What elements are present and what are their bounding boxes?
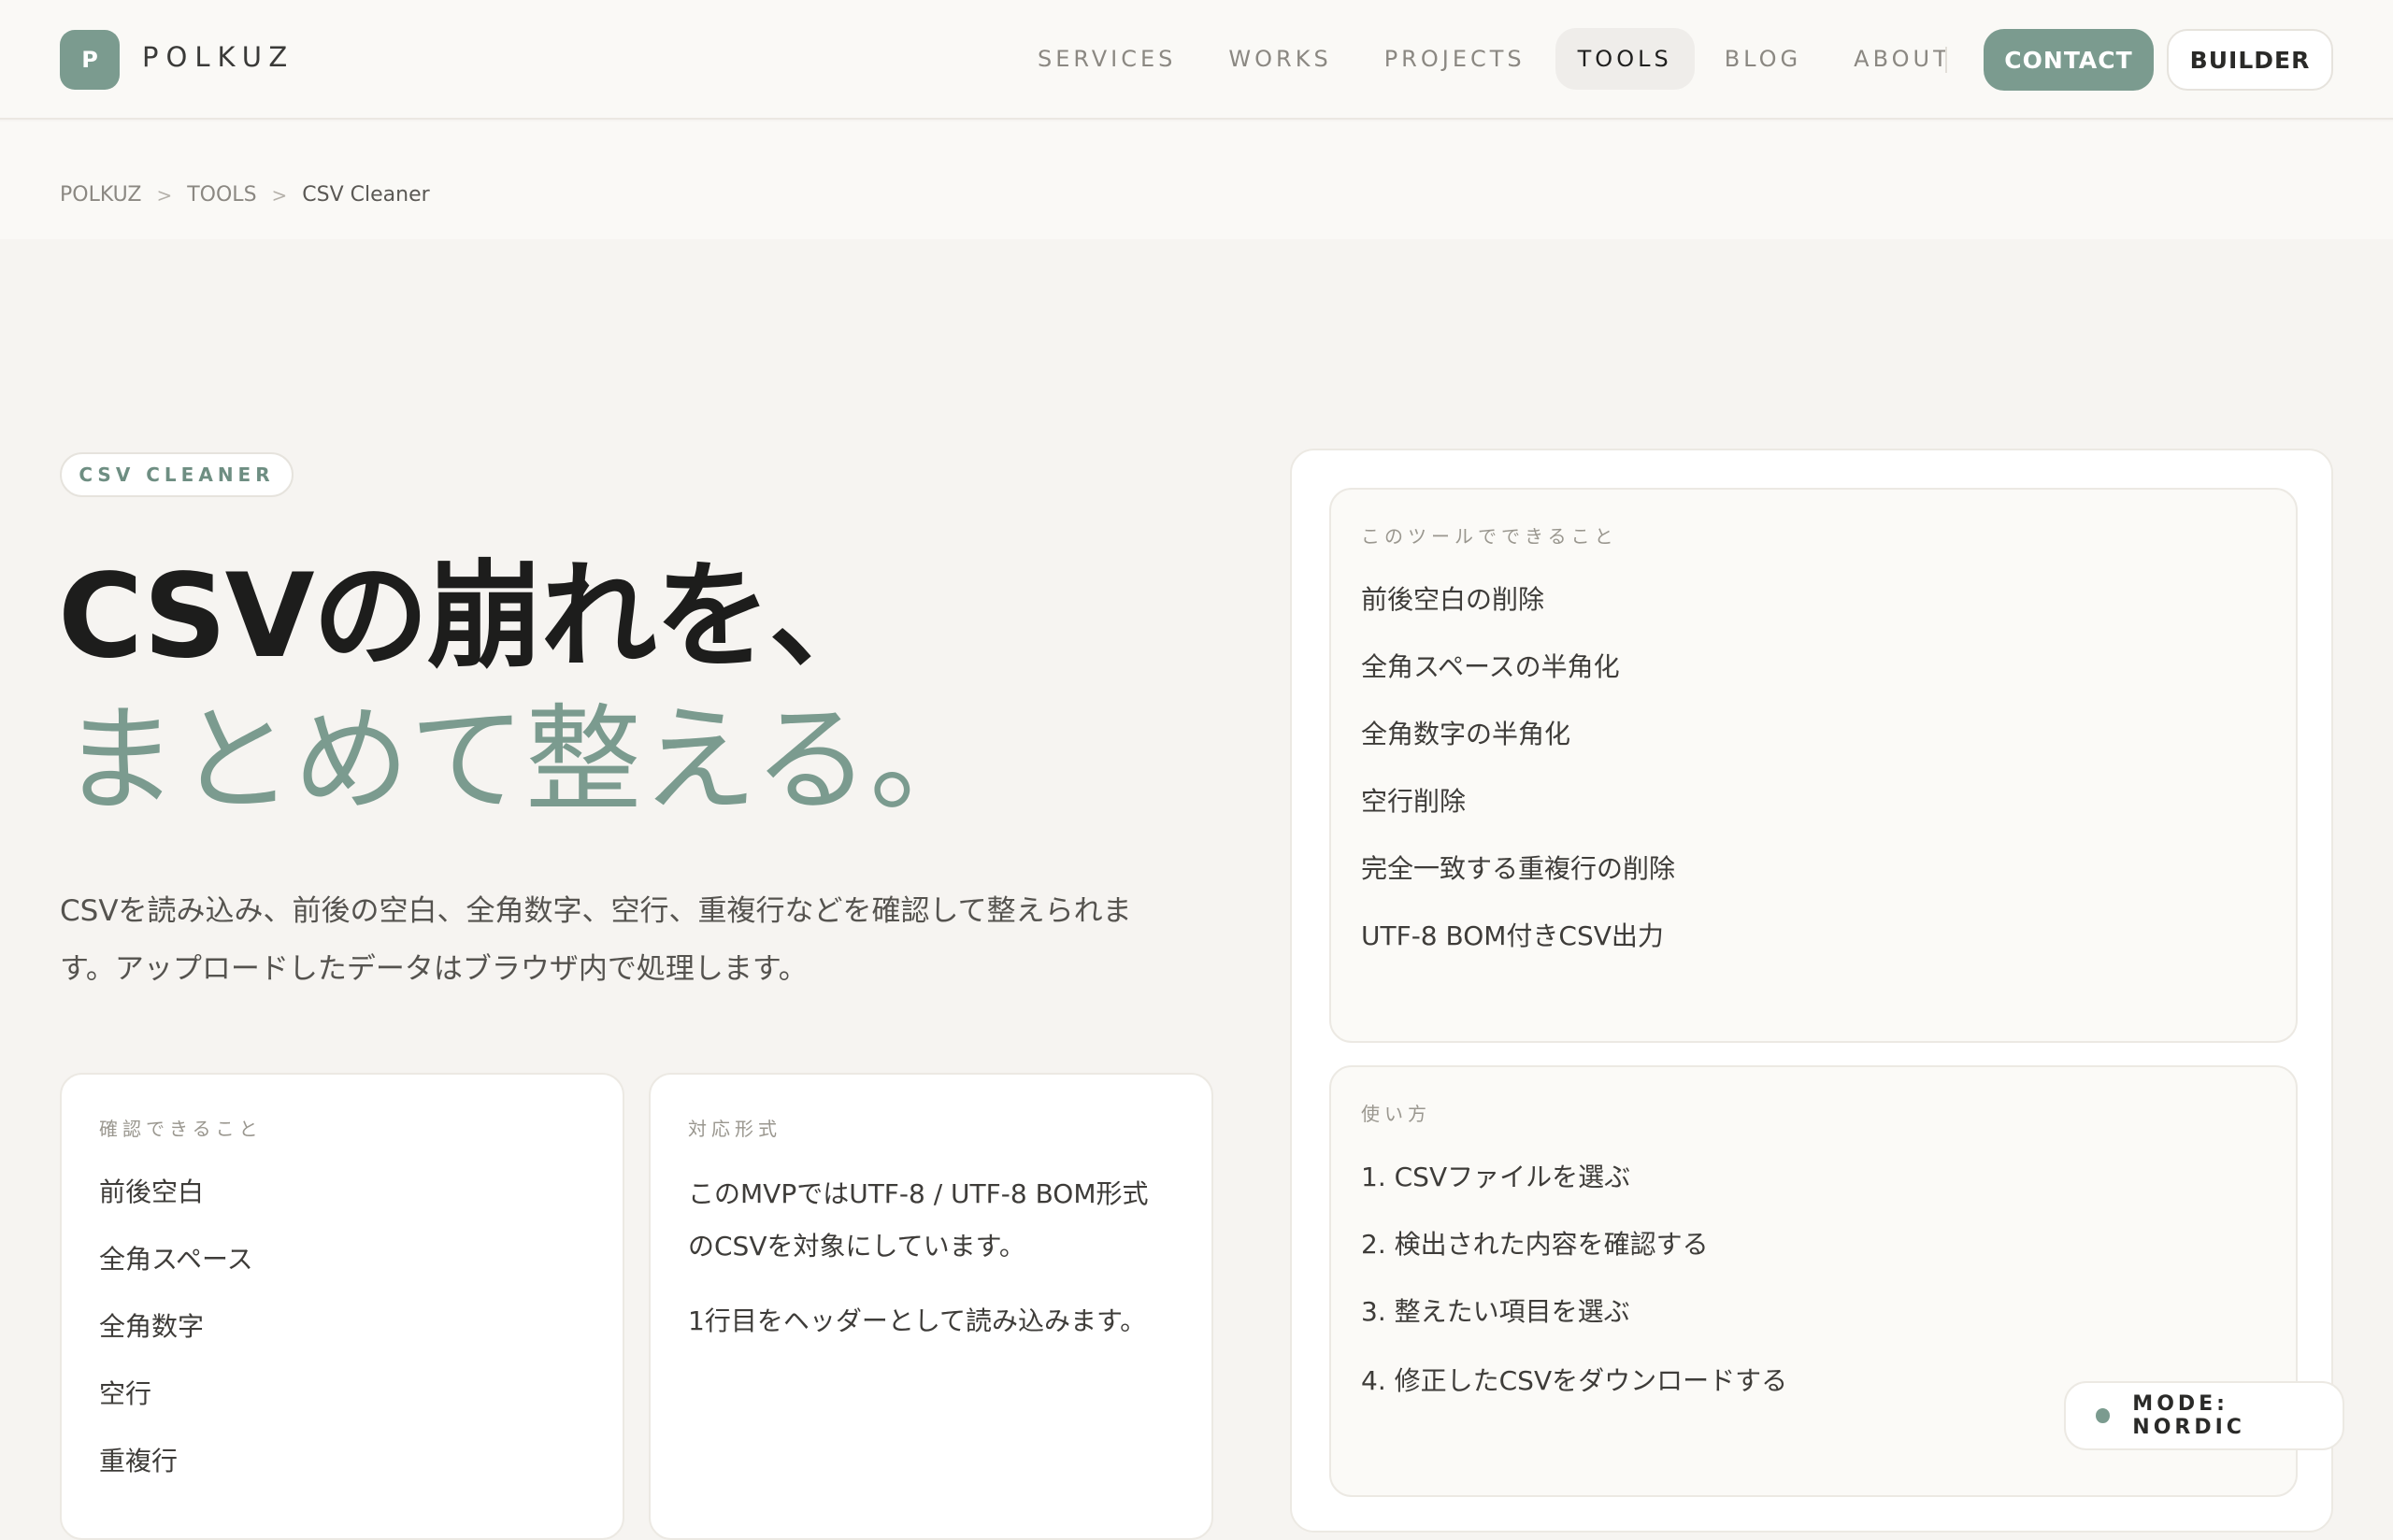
nav-blog[interactable]: BLOG xyxy=(1702,28,1824,90)
logo-badge[interactable]: P xyxy=(60,30,120,90)
list-item: 全角数字 xyxy=(99,1311,205,1342)
features-card-label: このツールでできること xyxy=(1361,525,1618,548)
page-title-line1: CSVの崩れを、 xyxy=(58,549,885,684)
formats-card: 対応形式 このMVPではUTF-8 / UTF-8 BOM形式のCSVを対象にし… xyxy=(649,1073,1213,1540)
nav-divider xyxy=(1945,47,1947,73)
nav-projects[interactable]: PROJECTS xyxy=(1362,28,1548,90)
list-item: 2. 検出された内容を確認する xyxy=(1361,1229,1709,1260)
nav-works[interactable]: WORKS xyxy=(1206,28,1354,90)
list-item: 全角数字の半角化 xyxy=(1361,719,1571,749)
tool-tag: CSV CLEANER xyxy=(60,452,294,497)
brand-name[interactable]: POLKUZ xyxy=(142,41,294,73)
checks-card-label: 確認できること xyxy=(99,1118,263,1140)
mode-toggle[interactable]: MODE: NORDIC xyxy=(2064,1381,2344,1450)
contact-button[interactable]: CONTACT xyxy=(1984,29,2154,91)
checks-card: 確認できること 前後空白 全角スペース 全角数字 空行 重複行 xyxy=(60,1073,624,1540)
mode-dot-icon xyxy=(2096,1408,2111,1423)
nav-services[interactable]: SERVICES xyxy=(1015,28,1198,90)
info-panel: このツールでできること 前後空白の削除 全角スペースの半角化 全角数字の半角化 … xyxy=(1290,449,2333,1533)
list-item: 空行 xyxy=(99,1378,152,1409)
list-item: UTF-8 BOM付きCSV出力 xyxy=(1361,920,1664,951)
list-item: 3. 整えたい項目を選ぶ xyxy=(1361,1296,1630,1327)
breadcrumb-home[interactable]: POLKUZ xyxy=(60,183,141,207)
formats-paragraph: 1行目をヘッダーとして読み込みます。 xyxy=(688,1305,1147,1336)
list-item: 空行削除 xyxy=(1361,786,1467,817)
page-description: CSVを読み込み、前後の空白、全角数字、空行、重複行などを確認して整えられます。… xyxy=(60,894,1132,986)
site-header: P POLKUZ SERVICES WORKS PROJECTS TOOLS B… xyxy=(0,0,2393,120)
breadcrumb-separator: > xyxy=(271,183,288,207)
breadcrumb-tools[interactable]: TOOLS xyxy=(187,183,256,207)
builder-button[interactable]: BUILDER xyxy=(2167,29,2333,91)
breadcrumb-band: POLKUZ > TOOLS > CSV Cleaner xyxy=(0,121,2393,239)
page-title-line2: まとめて整える。 xyxy=(62,693,986,828)
features-card: このツールでできること 前後空白の削除 全角スペースの半角化 全角数字の半角化 … xyxy=(1329,488,2298,1043)
mode-label: MODE: NORDIC xyxy=(2132,1392,2245,1439)
breadcrumb-separator: > xyxy=(156,183,173,207)
usage-card-label: 使い方 xyxy=(1361,1103,1431,1125)
list-item: 4. 修正したCSVをダウンロードする xyxy=(1361,1365,1788,1396)
nav-tools[interactable]: TOOLS xyxy=(1555,28,1695,90)
list-item: 全角スペースの半角化 xyxy=(1361,651,1620,682)
list-item: 全角スペース xyxy=(99,1244,253,1275)
list-item: 1. CSVファイルを選ぶ xyxy=(1361,1162,1631,1192)
list-item: 前後空白 xyxy=(99,1176,205,1207)
list-item: 完全一致する重複行の削除 xyxy=(1361,853,1676,884)
list-item: 前後空白の削除 xyxy=(1361,584,1545,615)
breadcrumb-current: CSV Cleaner xyxy=(302,183,430,207)
list-item: 重複行 xyxy=(99,1446,179,1476)
main-nav: SERVICES WORKS PROJECTS TOOLS BLOG ABOUT xyxy=(1015,28,1981,90)
formats-card-label: 対応形式 xyxy=(688,1118,781,1140)
nav-about[interactable]: ABOUT xyxy=(1831,28,1973,90)
breadcrumb: POLKUZ > TOOLS > CSV Cleaner xyxy=(60,183,430,207)
formats-paragraph: このMVPではUTF-8 / UTF-8 BOM形式のCSVを対象にしています。 xyxy=(688,1178,1149,1262)
